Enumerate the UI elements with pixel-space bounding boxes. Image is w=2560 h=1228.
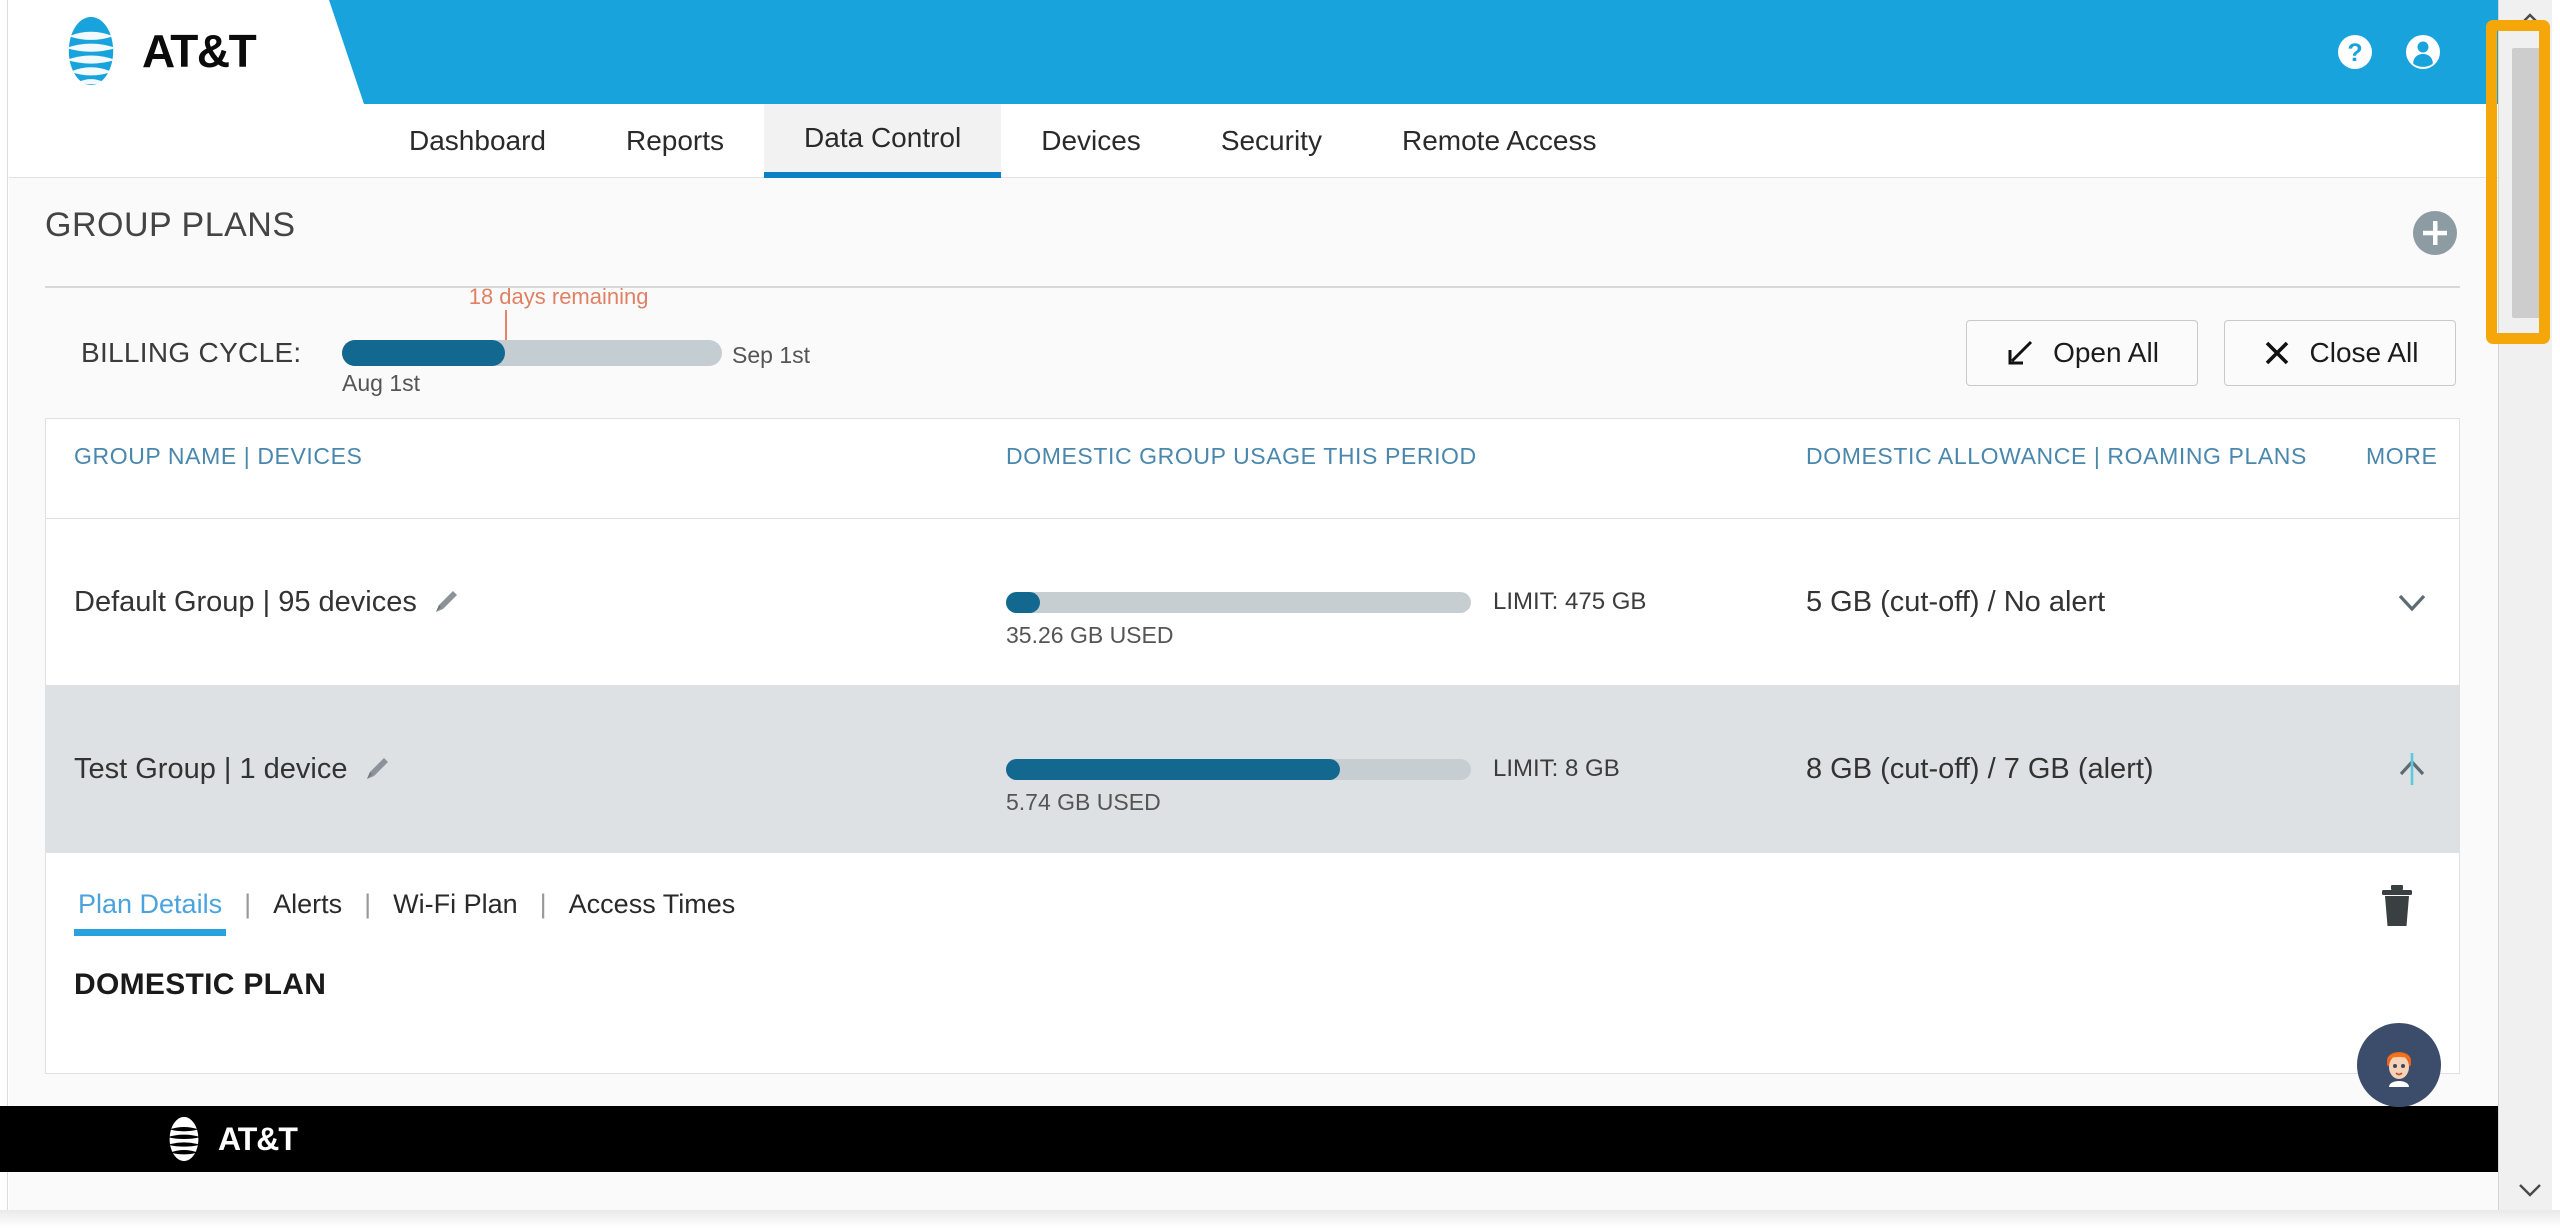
tab-separator: | — [244, 889, 252, 919]
billing-cycle-end-date: Sep 1st — [732, 342, 810, 368]
window-bottom-shadow — [0, 1210, 2560, 1228]
close-all-button[interactable]: Close All — [2224, 320, 2456, 386]
usage-progress-fill — [1006, 758, 1340, 780]
chevron-up-icon[interactable] — [2390, 747, 2434, 791]
page-content: GROUP PLANS BILLING CYCLE: 18 days remai… — [9, 178, 2498, 1210]
scroll-down-arrow-icon[interactable] — [2499, 1170, 2560, 1210]
user-account-icon[interactable] — [2403, 32, 2443, 72]
tab-separator: | — [539, 889, 547, 919]
chat-assistant-avatar-icon — [2387, 1052, 2411, 1087]
column-header-allowance: DOMESTIC ALLOWANCE | ROAMING PLANS — [1806, 443, 2307, 469]
allowance-cell: 8 GB (cut-off) / 7 GB (alert) — [1806, 752, 2154, 785]
group-plans-table: GROUP NAME | DEVICES DOMESTIC GROUP USAG… — [45, 418, 2460, 1074]
nav-items: Dashboard Reports Data Control Devices S… — [369, 104, 1637, 178]
chat-assistant-button[interactable] — [2357, 1023, 2441, 1107]
chevron-down-icon[interactable] — [2390, 580, 2434, 624]
more-cell — [2366, 747, 2459, 791]
pencil-edit-icon[interactable] — [431, 587, 461, 617]
billing-cycle-label: BILLING CYCLE: — [81, 337, 302, 368]
page-viewport: AT&T ? Dashboard Reports Data Control De… — [0, 0, 2498, 1210]
nav-item-reports[interactable]: Reports — [586, 104, 764, 178]
usage-limit-label: LIMIT: 475 GB — [1493, 588, 1647, 615]
page-title: GROUP PLANS — [45, 206, 296, 244]
footer-att-wordmark: AT&T — [218, 1120, 298, 1157]
footer-att-logo[interactable]: AT&T — [160, 1115, 298, 1163]
usage-cell: LIMIT: 475 GB 35.26 GB USED — [1006, 588, 1806, 648]
usage-used-label: 35.26 GB USED — [1006, 622, 1174, 648]
open-all-label: Open All — [2053, 337, 2159, 368]
close-all-label: Close All — [2309, 337, 2419, 368]
pencil-edit-icon[interactable] — [362, 754, 392, 784]
open-all-button[interactable]: Open All — [1966, 320, 2198, 386]
usage-progress-track — [1006, 591, 1471, 613]
browser-window: AT&T ? Dashboard Reports Data Control De… — [0, 0, 2560, 1228]
billing-days-remaining: 18 days remaining — [468, 284, 649, 309]
vertical-scroll-thumb[interactable] — [2512, 48, 2546, 318]
chevron-up-glyph — [2519, 13, 2541, 26]
scroll-up-arrow-icon[interactable] — [2499, 0, 2560, 40]
billing-cycle-progress: 18 days remaining Aug 1st Sep 1st — [342, 284, 810, 396]
arrow-down-left-icon — [2008, 340, 2033, 365]
group-name-cell: Test Group | 1 device — [46, 753, 1006, 786]
billing-cycle-fill — [342, 340, 506, 366]
table-row[interactable]: Default Group | 95 devices LIMIT: 475 GB — [46, 519, 2459, 686]
tab-plan-details[interactable]: Plan Details — [74, 889, 227, 936]
nav-item-devices[interactable]: Devices — [1001, 104, 1181, 178]
att-globe-icon — [65, 16, 117, 86]
billing-action-buttons: Open All Close All — [1966, 320, 2456, 386]
domestic-plan-heading: DOMESTIC PLAN — [74, 968, 327, 1001]
nav-item-remote-access[interactable]: Remote Access — [1362, 104, 1637, 178]
page-header: GROUP PLANS — [9, 178, 2498, 288]
billing-cycle-section: BILLING CYCLE: 18 days remaining Aug 1st… — [9, 284, 2498, 418]
group-name-cell: Default Group | 95 devices — [46, 586, 1006, 619]
page-left-edge — [0, 0, 8, 1210]
att-logo[interactable]: AT&T — [54, 14, 257, 88]
nav-item-dashboard[interactable]: Dashboard — [369, 104, 586, 178]
billing-cycle-start-date: Aug 1st — [342, 370, 420, 396]
page-footer: AT&T — [0, 1106, 2498, 1172]
tab-separator: | — [364, 889, 372, 919]
nav-item-data-control[interactable]: Data Control — [764, 104, 1002, 178]
close-x-icon — [2265, 341, 2288, 365]
column-header-more: MORE — [2366, 443, 2438, 469]
plan-detail-tabs: Plan Details | Alerts | Wi-Fi Plan | Acc… — [74, 889, 2431, 936]
usage-used-label: 5.74 GB USED — [1006, 789, 1161, 815]
usage-cell: LIMIT: 8 GB 5.74 GB USED — [1006, 755, 1806, 815]
window-right-edge — [2552, 0, 2560, 1228]
usage-limit-label: LIMIT: 8 GB — [1493, 755, 1620, 782]
help-circle-icon[interactable]: ? — [2335, 32, 2375, 72]
chevron-down-glyph — [2519, 1184, 2541, 1197]
column-header-usage: DOMESTIC GROUP USAGE THIS PERIOD — [1006, 443, 1477, 469]
trash-delete-icon[interactable] — [2377, 883, 2417, 929]
top-header-bar: AT&T ? — [9, 0, 2498, 104]
tab-wifi-plan[interactable]: Wi-Fi Plan — [389, 889, 522, 936]
main-navigation: Dashboard Reports Data Control Devices S… — [9, 104, 2498, 178]
att-wordmark: AT&T — [142, 25, 257, 77]
table-header-row: GROUP NAME | DEVICES DOMESTIC GROUP USAG… — [46, 419, 2459, 519]
allowance-cell: 5 GB (cut-off) / No alert — [1806, 585, 2106, 618]
vertical-scrollbar[interactable] — [2498, 0, 2560, 1210]
billing-cycle-marker — [505, 310, 508, 340]
topbar-icon-group: ? — [2335, 32, 2443, 72]
group-name-label: Default Group | 95 devices — [74, 585, 417, 618]
usage-progress-fill — [1006, 591, 1041, 613]
tab-access-times[interactable]: Access Times — [565, 889, 740, 936]
column-header-group-name: GROUP NAME | DEVICES — [74, 443, 363, 469]
nav-item-security[interactable]: Security — [1181, 104, 1362, 178]
table-row[interactable]: Test Group | 1 device LIMIT: 8 GB 5.74 G… — [46, 686, 2459, 853]
tab-alerts[interactable]: Alerts — [269, 889, 346, 936]
add-plus-circle-icon[interactable] — [2410, 208, 2460, 258]
usage-progress-track — [1006, 758, 1471, 780]
more-cell — [2366, 580, 2459, 624]
group-name-label: Test Group | 1 device — [74, 752, 348, 785]
svg-text:?: ? — [2347, 39, 2362, 67]
plan-detail-panel: Plan Details | Alerts | Wi-Fi Plan | Acc… — [46, 853, 2459, 1073]
att-globe-icon — [167, 1116, 201, 1162]
